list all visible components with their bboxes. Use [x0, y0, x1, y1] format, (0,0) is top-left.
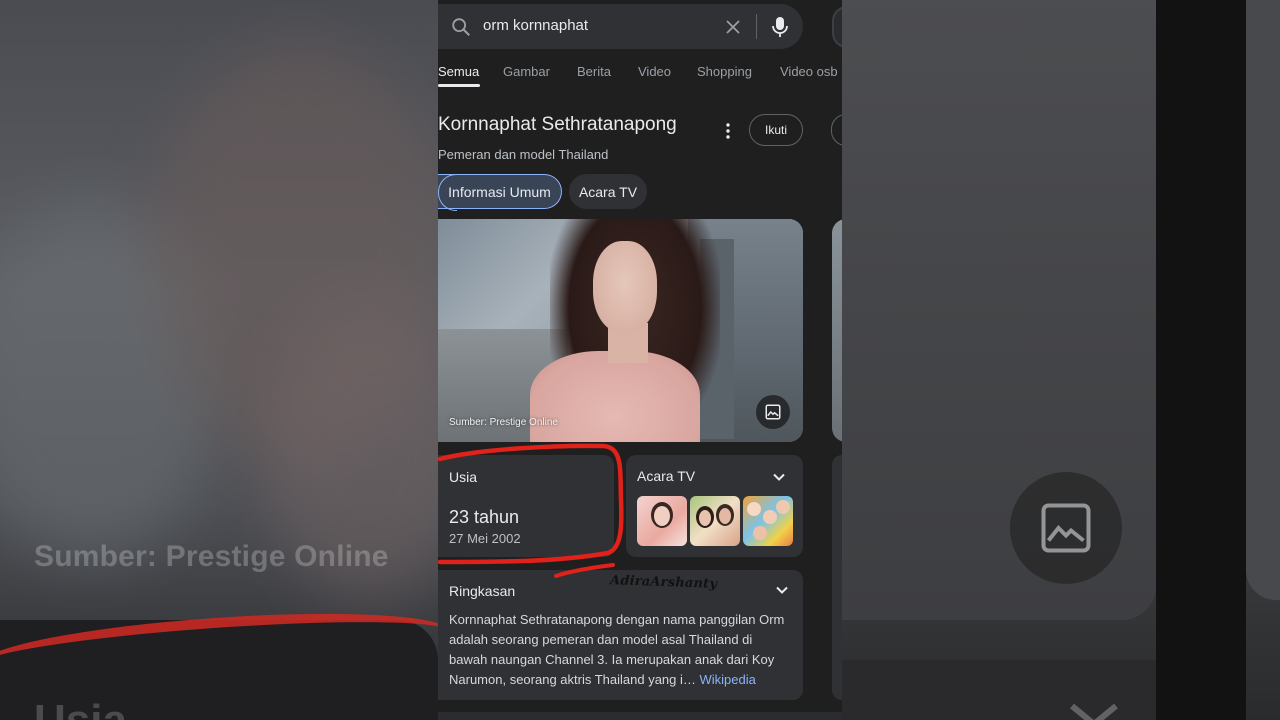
search-input[interactable]: orm kornnaphat	[483, 17, 588, 34]
blurred-backdrop-right	[842, 0, 1280, 720]
backdrop-image-card	[1246, 0, 1280, 600]
summary-text: Kornnaphat Sethratanapong dengan nama pa…	[449, 610, 794, 690]
tv-show-thumbnail[interactable]	[690, 496, 740, 546]
bottom-edge	[438, 712, 842, 720]
backdrop-image-icon	[1010, 472, 1122, 584]
phone-screen: orm kornnaphat Semua Gambar Berita Video…	[438, 0, 842, 720]
search-bar[interactable]: orm kornnaphat	[438, 4, 803, 49]
tv-show-thumbnail[interactable]	[637, 496, 687, 546]
chip-label: Informasi Umum	[448, 183, 551, 200]
chevron-down-icon[interactable]	[775, 583, 789, 597]
thumbnail-art	[699, 510, 711, 526]
chip-label: Acara TV	[578, 183, 638, 200]
image-icon	[765, 404, 781, 420]
photo-scene	[593, 241, 657, 333]
tab-shopping[interactable]: Shopping	[697, 64, 752, 79]
chevron-down-icon[interactable]	[772, 470, 786, 484]
thumbnail-art	[719, 508, 731, 524]
image-source-caption: Sumber: Prestige Online	[449, 417, 558, 428]
thumbnail-art	[747, 502, 761, 516]
tv-shows-card[interactable]: Acara TV	[626, 455, 803, 557]
wikipedia-link[interactable]: Wikipedia	[700, 672, 756, 687]
thumbnail-art	[654, 506, 670, 526]
account-avatar[interactable]	[832, 6, 842, 48]
clear-icon[interactable]	[724, 18, 742, 36]
age-value: 23 tahun	[449, 507, 520, 527]
search-divider	[756, 14, 757, 39]
thumbnail-art	[776, 500, 790, 514]
search-icon	[452, 18, 470, 36]
follow-button[interactable]: Ikuti	[749, 114, 803, 146]
tab-semua[interactable]: Semua	[438, 64, 479, 79]
backdrop-chevron-icon	[1070, 703, 1118, 720]
profile-photo[interactable]: Sumber: Prestige Online	[438, 219, 803, 442]
backdrop-source-text: Sumber: Prestige Online	[34, 540, 389, 573]
more-options-icon[interactable]	[718, 122, 738, 140]
knowledge-panel-title: Kornnaphat Sethratanapong	[438, 114, 677, 135]
chip-acara-tv[interactable]: Acara TV	[569, 174, 647, 209]
age-card[interactable]: Usia 23 tahun 27 Mei 2002	[438, 455, 614, 557]
tab-video-obsolete[interactable]: Video osb	[780, 64, 838, 79]
tab-gambar[interactable]: Gambar	[503, 64, 550, 79]
tab-video[interactable]: Video	[638, 64, 671, 79]
backdrop-gap	[1156, 0, 1246, 720]
thumbnail-art	[753, 526, 767, 540]
next-photo-preview[interactable]	[832, 219, 842, 442]
image-gallery-button[interactable]	[756, 395, 790, 429]
knowledge-panel-subtitle: Pemeran dan model Thailand	[438, 147, 609, 162]
video-frame: Sumber: Prestige Online Usia orm kornnap…	[0, 0, 1280, 720]
blurred-backdrop-left: Sumber: Prestige Online Usia	[0, 0, 438, 720]
backdrop-usia-text: Usia	[34, 696, 127, 720]
tv-show-thumbnail[interactable]	[743, 496, 793, 546]
active-tab-indicator	[438, 84, 480, 87]
tab-berita[interactable]: Berita	[577, 64, 611, 79]
tv-shows-label: Acara TV	[637, 468, 696, 484]
next-card-preview[interactable]	[832, 455, 842, 700]
microphone-icon[interactable]	[769, 15, 791, 39]
share-button[interactable]	[831, 114, 842, 146]
age-label: Usia	[449, 469, 478, 485]
chip-informasi-umum[interactable]: Informasi Umum	[438, 174, 562, 211]
photo-scene	[530, 351, 700, 442]
birth-date: 27 Mei 2002	[449, 531, 521, 546]
thumbnail-art	[763, 510, 777, 524]
summary-card[interactable]: Ringkasan Kornnaphat Sethratanapong deng…	[438, 570, 803, 700]
summary-label: Ringkasan	[449, 583, 516, 599]
